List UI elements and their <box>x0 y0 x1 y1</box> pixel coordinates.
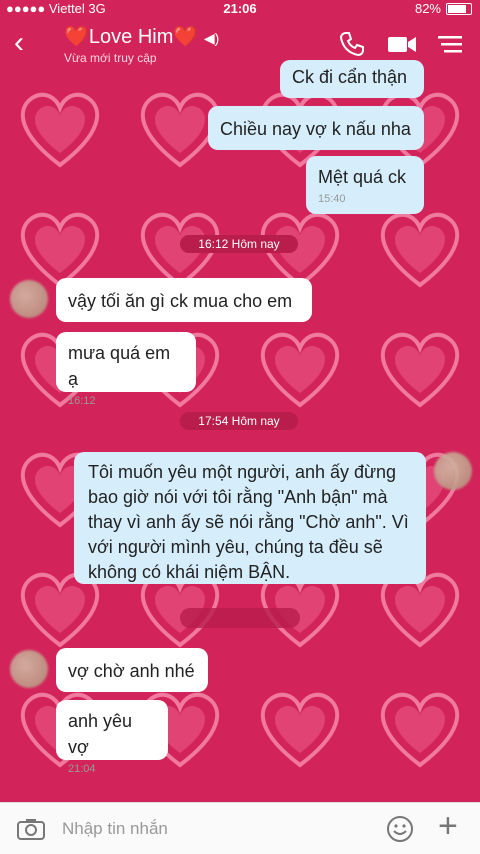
date-divider: 16:12 Hôm nay <box>180 235 298 253</box>
clock: 21:06 <box>223 1 257 16</box>
emoji-icon[interactable] <box>386 815 414 843</box>
message-incoming[interactable]: anh yêu vợ 21:04 <box>56 700 168 775</box>
menu-icon[interactable] <box>436 30 464 58</box>
blurred-divider <box>180 608 300 628</box>
message-incoming[interactable]: mưa quá em ạ 16:12 <box>56 332 196 407</box>
avatar[interactable] <box>10 650 48 688</box>
speaker-icon: ◀) <box>203 30 220 46</box>
chat-title[interactable]: ❤️Love Him❤️ ◀) <box>64 24 219 49</box>
battery-percent: 82% <box>414 1 441 16</box>
avatar[interactable] <box>434 452 472 490</box>
message-input[interactable]: Nhập tin nhắn <box>62 819 168 839</box>
message-incoming[interactable]: vợ chờ anh nhé <box>56 648 208 692</box>
avatar[interactable] <box>10 280 48 318</box>
battery-icon <box>446 2 472 15</box>
camera-icon[interactable] <box>16 817 46 841</box>
message-outgoing[interactable]: Chiều nay vợ k nấu nha <box>208 106 424 150</box>
status-bar: ●●●●● Viettel 3G 21:06 82% <box>0 0 480 18</box>
message-time: 21:04 <box>68 763 96 775</box>
message-outgoing[interactable]: Tôi muốn yêu một người, anh ấy đừng bao … <box>74 452 426 584</box>
video-camera-icon[interactable] <box>386 30 418 58</box>
date-divider: 17:54 Hôm nay <box>180 412 298 430</box>
status-right: 82% <box>415 1 472 16</box>
message-composer: Nhập tin nhắn + <box>0 802 480 854</box>
chat-status: Vừa mới truy cập <box>64 51 157 65</box>
phone-icon[interactable] <box>338 30 366 58</box>
message-outgoing[interactable]: Ck đi cẩn thận <box>280 60 424 98</box>
plus-icon[interactable]: + <box>438 809 458 843</box>
message-time: 15:40 <box>318 193 346 205</box>
message-outgoing[interactable]: Mệt quá ck 15:40 <box>306 156 424 214</box>
back-arrow-icon[interactable]: ‹ <box>14 28 24 58</box>
message-time: 16:12 <box>68 395 96 407</box>
message-incoming[interactable]: vậy tối ăn gì ck mua cho em <box>56 278 312 322</box>
